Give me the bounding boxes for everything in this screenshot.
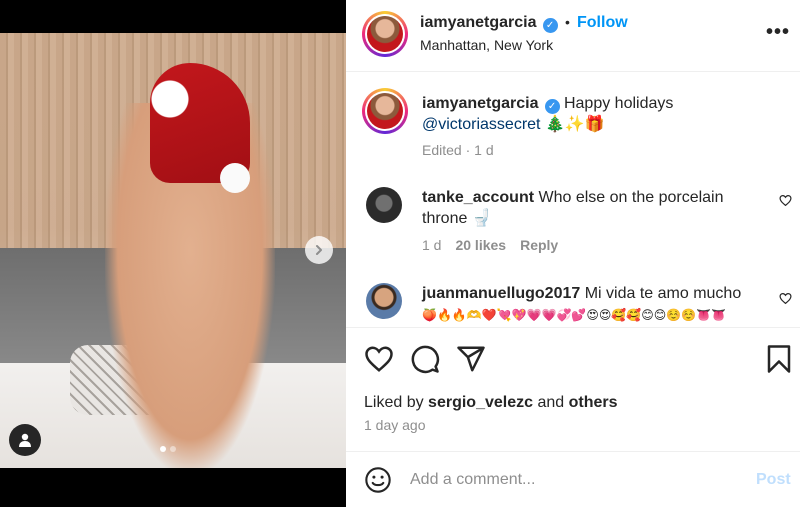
caption-body: Happy holidays bbox=[563, 95, 674, 112]
comment-username[interactable]: tanke_account bbox=[422, 189, 534, 206]
heart-icon[interactable] bbox=[364, 344, 394, 374]
post-media bbox=[0, 0, 346, 507]
post-location[interactable]: Manhattan, New York bbox=[420, 37, 553, 53]
comment-username[interactable]: juanmanuellugo2017 bbox=[422, 285, 580, 302]
follow-button[interactable]: Follow bbox=[577, 14, 628, 32]
carousel-dot bbox=[170, 446, 176, 452]
heart-icon bbox=[779, 293, 792, 305]
comment-text: juanmanuellugo2017 Mi vida te amo mucho … bbox=[422, 283, 762, 326]
carousel-dots bbox=[160, 446, 176, 452]
author-username-text[interactable]: iamyanetgarcia bbox=[420, 14, 537, 31]
avatar-inner bbox=[365, 91, 405, 131]
avatar-image bbox=[367, 93, 403, 129]
photo-hat-pom bbox=[220, 163, 250, 193]
avatar-inner bbox=[365, 14, 405, 54]
verified-badge-icon: ✓ bbox=[544, 99, 560, 114]
comment-text: tanke_account Who else on the porcelain … bbox=[422, 187, 762, 229]
author-avatar[interactable] bbox=[362, 11, 408, 57]
comment-like-button[interactable] bbox=[779, 194, 792, 210]
comment-composer: Post bbox=[346, 451, 800, 507]
liked-by-and: and bbox=[537, 394, 565, 411]
post-comment-button[interactable]: Post bbox=[756, 471, 791, 489]
liked-by-prefix: Liked by bbox=[364, 394, 424, 411]
post-header: iamyanetgarcia ✓ • Follow Manhattan, New … bbox=[346, 0, 800, 72]
liked-by-user[interactable]: sergio_velezc bbox=[428, 394, 533, 411]
more-options-icon[interactable]: ••• bbox=[766, 21, 790, 44]
paper-plane-icon[interactable] bbox=[456, 344, 486, 374]
verified-badge-icon: ✓ bbox=[542, 18, 558, 33]
user-icon bbox=[19, 433, 31, 447]
post-photo[interactable] bbox=[0, 33, 346, 468]
comment-input[interactable] bbox=[410, 466, 740, 494]
caption-username[interactable]: iamyanetgarcia bbox=[422, 95, 539, 112]
comments-list[interactable]: iamyanetgarcia ✓ Happy holidays @victoria… bbox=[346, 73, 800, 328]
comment-body: Mi vida te amo mucho bbox=[584, 285, 742, 302]
bookmark-icon[interactable] bbox=[764, 344, 794, 374]
comment-avatar[interactable] bbox=[366, 187, 402, 223]
avatar-image bbox=[367, 16, 403, 52]
liked-by: Liked by sergio_velezc and others bbox=[364, 394, 618, 412]
comment-likes[interactable]: 20 likes bbox=[455, 237, 506, 253]
comment-like-button[interactable] bbox=[779, 292, 792, 308]
comment-meta: 1 d 20 likes Reply bbox=[422, 237, 558, 253]
comment-icon[interactable] bbox=[410, 344, 440, 374]
comment-time: 1 d bbox=[422, 237, 442, 253]
post-age[interactable]: 1 day ago bbox=[364, 417, 426, 433]
comment-emoji-line: 🍑🔥🔥🫶❤️💘💖💗💗💞💕😍😍🥰🥰😊😊☺️☺️👅👅 bbox=[422, 308, 727, 322]
separator-dot: • bbox=[565, 14, 570, 30]
next-image-button[interactable] bbox=[305, 236, 333, 264]
caption-meta: Edited · 1 d bbox=[422, 142, 494, 158]
author-username[interactable]: iamyanetgarcia ✓ bbox=[420, 14, 558, 33]
chevron-right-icon bbox=[316, 245, 322, 255]
carousel-dot-active bbox=[160, 446, 166, 452]
caption-emojis: 🎄✨🎁 bbox=[544, 116, 605, 133]
comment-avatar[interactable] bbox=[366, 283, 402, 319]
heart-icon bbox=[779, 195, 792, 207]
post-actions bbox=[346, 330, 800, 390]
caption-avatar[interactable] bbox=[362, 88, 408, 134]
caption-text: iamyanetgarcia ✓ Happy holidays @victoria… bbox=[422, 93, 782, 135]
caption-mention[interactable]: @victoriassecret bbox=[422, 116, 541, 133]
comment-reply-button[interactable]: Reply bbox=[520, 237, 558, 253]
emoji-icon[interactable] bbox=[364, 466, 392, 494]
post-panel: iamyanetgarcia ✓ • Follow Manhattan, New … bbox=[346, 0, 800, 507]
tagged-users-button[interactable] bbox=[9, 424, 41, 456]
liked-by-others[interactable]: others bbox=[569, 394, 618, 411]
